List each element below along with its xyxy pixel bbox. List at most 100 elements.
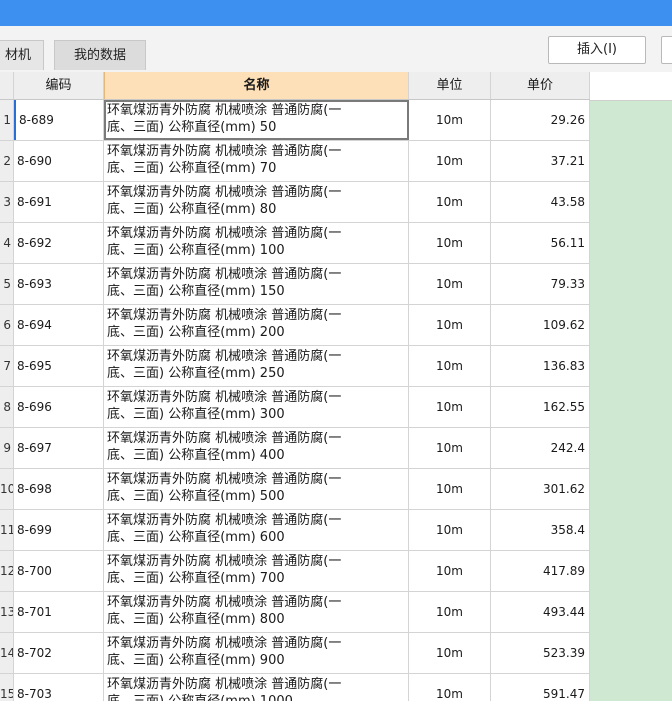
cell-price[interactable]: 162.55 [491, 387, 590, 427]
row-index: 4 [0, 223, 14, 263]
cell-name[interactable]: 环氧煤沥青外防腐 机械喷涂 普通防腐(一 底、三面) 公称直径(mm) 150 [104, 264, 409, 304]
cell-price[interactable]: 136.83 [491, 346, 590, 386]
cell-name[interactable]: 环氧煤沥青外防腐 机械喷涂 普通防腐(一 底、三面) 公称直径(mm) 250 [104, 346, 409, 386]
cell-code[interactable]: 8-702 [14, 633, 104, 673]
header-name[interactable]: 名称 [104, 72, 409, 99]
tab-my-data[interactable]: 我的数据 [54, 40, 146, 70]
cell-name[interactable]: 环氧煤沥青外防腐 机械喷涂 普通防腐(一 底、三面) 公称直径(mm) 500 [104, 469, 409, 509]
cell-name[interactable]: 环氧煤沥青外防腐 机械喷涂 普通防腐(一 底、三面) 公称直径(mm) 80 [104, 182, 409, 222]
toolbar-button-clipped[interactable] [661, 36, 672, 64]
cell-unit[interactable]: 10m [409, 182, 491, 222]
table-row[interactable]: 12 8-700 环氧煤沥青外防腐 机械喷涂 普通防腐(一 底、三面) 公称直径(mm… [0, 551, 590, 592]
cell-unit[interactable]: 10m [409, 510, 491, 550]
cell-code[interactable]: 8-698 [14, 469, 104, 509]
cell-code[interactable]: 8-690 [14, 141, 104, 181]
cell-name[interactable]: 环氧煤沥青外防腐 机械喷涂 普通防腐(一 底、三面) 公称直径(mm) 800 [104, 592, 409, 632]
cell-unit[interactable]: 10m [409, 346, 491, 386]
cell-price[interactable]: 523.39 [491, 633, 590, 673]
cell-unit[interactable]: 10m [409, 469, 491, 509]
table-row[interactable]: 11 8-699 环氧煤沥青外防腐 机械喷涂 普通防腐(一 底、三面) 公称直径(mm… [0, 510, 590, 551]
cell-name[interactable]: 环氧煤沥青外防腐 机械喷涂 普通防腐(一 底、三面) 公称直径(mm) 600 [104, 510, 409, 550]
cell-unit[interactable]: 10m [409, 223, 491, 263]
cell-name-line1: 环氧煤沥青外防腐 机械喷涂 普通防腐(一 [107, 472, 342, 487]
cell-name[interactable]: 环氧煤沥青外防腐 机械喷涂 普通防腐(一 底、三面) 公称直径(mm) 100 [104, 223, 409, 263]
cell-name-line1: 环氧煤沥青外防腐 机械喷涂 普通防腐(一 [107, 308, 342, 323]
cell-price[interactable]: 493.44 [491, 592, 590, 632]
cell-name[interactable]: 环氧煤沥青外防腐 机械喷涂 普通防腐(一 底、三面) 公称直径(mm) 400 [104, 428, 409, 468]
cell-unit[interactable]: 10m [409, 387, 491, 427]
cell-name[interactable]: 环氧煤沥青外防腐 机械喷涂 普通防腐(一 底、三面) 公称直径(mm) 700 [104, 551, 409, 591]
cell-code[interactable]: 8-703 [14, 674, 104, 701]
table-row[interactable]: 2 8-690 环氧煤沥青外防腐 机械喷涂 普通防腐(一 底、三面) 公称直径(mm)… [0, 141, 590, 182]
cell-price[interactable]: 56.11 [491, 223, 590, 263]
table-row[interactable]: 4 8-692 环氧煤沥青外防腐 机械喷涂 普通防腐(一 底、三面) 公称直径(mm)… [0, 223, 590, 264]
table-row[interactable]: 6 8-694 环氧煤沥青外防腐 机械喷涂 普通防腐(一 底、三面) 公称直径(mm)… [0, 305, 590, 346]
table-row[interactable]: 3 8-691 环氧煤沥青外防腐 机械喷涂 普通防腐(一 底、三面) 公称直径(mm)… [0, 182, 590, 223]
cell-name-line1: 环氧煤沥青外防腐 机械喷涂 普通防腐(一 [107, 185, 342, 200]
cell-name-line2: 底、三面) 公称直径(mm) 70 [107, 161, 277, 176]
cell-code[interactable]: 8-689 [14, 100, 104, 140]
tab-materials[interactable]: 材机 [0, 40, 44, 70]
cell-unit[interactable]: 10m [409, 674, 491, 701]
cell-name-line1: 环氧煤沥青外防腐 机械喷涂 普通防腐(一 [107, 144, 342, 159]
cell-price[interactable]: 29.26 [491, 100, 590, 140]
cell-unit[interactable]: 10m [409, 633, 491, 673]
row-index: 3 [0, 182, 14, 222]
header-unit[interactable]: 单位 [409, 72, 491, 99]
side-panel [590, 72, 672, 701]
table-row[interactable]: 10 8-698 环氧煤沥青外防腐 机械喷涂 普通防腐(一 底、三面) 公称直径(mm… [0, 469, 590, 510]
cell-name-line2: 底、三面) 公称直径(mm) 200 [107, 325, 285, 340]
cell-code[interactable]: 8-697 [14, 428, 104, 468]
cell-code[interactable]: 8-691 [14, 182, 104, 222]
cell-unit[interactable]: 10m [409, 100, 491, 140]
cell-name-line1: 环氧煤沥青外防腐 机械喷涂 普通防腐(一 [107, 636, 342, 651]
cell-code[interactable]: 8-700 [14, 551, 104, 591]
cell-price[interactable]: 242.4 [491, 428, 590, 468]
cell-unit[interactable]: 10m [409, 264, 491, 304]
cell-unit[interactable]: 10m [409, 305, 491, 345]
cell-name-line2: 底、三面) 公称直径(mm) 150 [107, 284, 285, 299]
table-row[interactable]: 7 8-695 环氧煤沥青外防腐 机械喷涂 普通防腐(一 底、三面) 公称直径(mm)… [0, 346, 590, 387]
insert-button[interactable]: 插入(I) [548, 36, 646, 64]
header-price[interactable]: 单价 [491, 72, 590, 99]
cell-price[interactable]: 37.21 [491, 141, 590, 181]
row-index: 7 [0, 346, 14, 386]
cell-name[interactable]: 环氧煤沥青外防腐 机械喷涂 普通防腐(一 底、三面) 公称直径(mm) 70 [104, 141, 409, 181]
cell-unit[interactable]: 10m [409, 592, 491, 632]
cell-price[interactable]: 591.47 [491, 674, 590, 701]
cell-price[interactable]: 358.4 [491, 510, 590, 550]
table-row[interactable]: 9 8-697 环氧煤沥青外防腐 机械喷涂 普通防腐(一 底、三面) 公称直径(mm)… [0, 428, 590, 469]
cell-price[interactable]: 417.89 [491, 551, 590, 591]
cell-name[interactable]: 环氧煤沥青外防腐 机械喷涂 普通防腐(一 底、三面) 公称直径(mm) 900 [104, 633, 409, 673]
table-row[interactable]: 5 8-693 环氧煤沥青外防腐 机械喷涂 普通防腐(一 底、三面) 公称直径(mm)… [0, 264, 590, 305]
table-row[interactable]: 14 8-702 环氧煤沥青外防腐 机械喷涂 普通防腐(一 底、三面) 公称直径(mm… [0, 633, 590, 674]
cell-code[interactable]: 8-701 [14, 592, 104, 632]
cell-price[interactable]: 301.62 [491, 469, 590, 509]
cell-price[interactable]: 79.33 [491, 264, 590, 304]
cell-name[interactable]: 环氧煤沥青外防腐 机械喷涂 普通防腐(一 底、三面) 公称直径(mm) 50 [104, 100, 409, 140]
table-row[interactable]: 158-703环氧煤沥青外防腐 机械喷涂 普通防腐(一底、三面) 公称直径(mm… [0, 674, 590, 701]
table-row[interactable]: 8 8-696 环氧煤沥青外防腐 机械喷涂 普通防腐(一 底、三面) 公称直径(mm)… [0, 387, 590, 428]
cell-code[interactable]: 8-696 [14, 387, 104, 427]
cell-price[interactable]: 109.62 [491, 305, 590, 345]
cell-name[interactable]: 环氧煤沥青外防腐 机械喷涂 普通防腐(一底、三面) 公称直径(mm) 1000 [104, 674, 409, 701]
cell-unit[interactable]: 10m [409, 428, 491, 468]
table-header: 编码 名称 单位 单价 [0, 72, 590, 100]
cell-name-line1: 环氧煤沥青外防腐 机械喷涂 普通防腐(一 [107, 595, 342, 610]
cell-name[interactable]: 环氧煤沥青外防腐 机械喷涂 普通防腐(一 底、三面) 公称直径(mm) 200 [104, 305, 409, 345]
table-row[interactable]: 13 8-701 环氧煤沥青外防腐 机械喷涂 普通防腐(一 底、三面) 公称直径(mm… [0, 592, 590, 633]
cell-code[interactable]: 8-692 [14, 223, 104, 263]
cell-price[interactable]: 43.58 [491, 182, 590, 222]
cell-name-line2: 底、三面) 公称直径(mm) 80 [107, 202, 277, 217]
cell-code[interactable]: 8-694 [14, 305, 104, 345]
cell-name[interactable]: 环氧煤沥青外防腐 机械喷涂 普通防腐(一 底、三面) 公称直径(mm) 300 [104, 387, 409, 427]
cell-unit[interactable]: 10m [409, 551, 491, 591]
window-title-bar [0, 0, 672, 26]
cell-code[interactable]: 8-699 [14, 510, 104, 550]
cell-code[interactable]: 8-693 [14, 264, 104, 304]
header-code[interactable]: 编码 [14, 72, 104, 99]
cell-code[interactable]: 8-695 [14, 346, 104, 386]
cell-unit[interactable]: 10m [409, 141, 491, 181]
table-row[interactable]: 1 8-689 环氧煤沥青外防腐 机械喷涂 普通防腐(一 底、三面) 公称直径(mm)… [0, 100, 590, 141]
cell-name-line2: 底、三面) 公称直径(mm) 800 [107, 612, 285, 627]
